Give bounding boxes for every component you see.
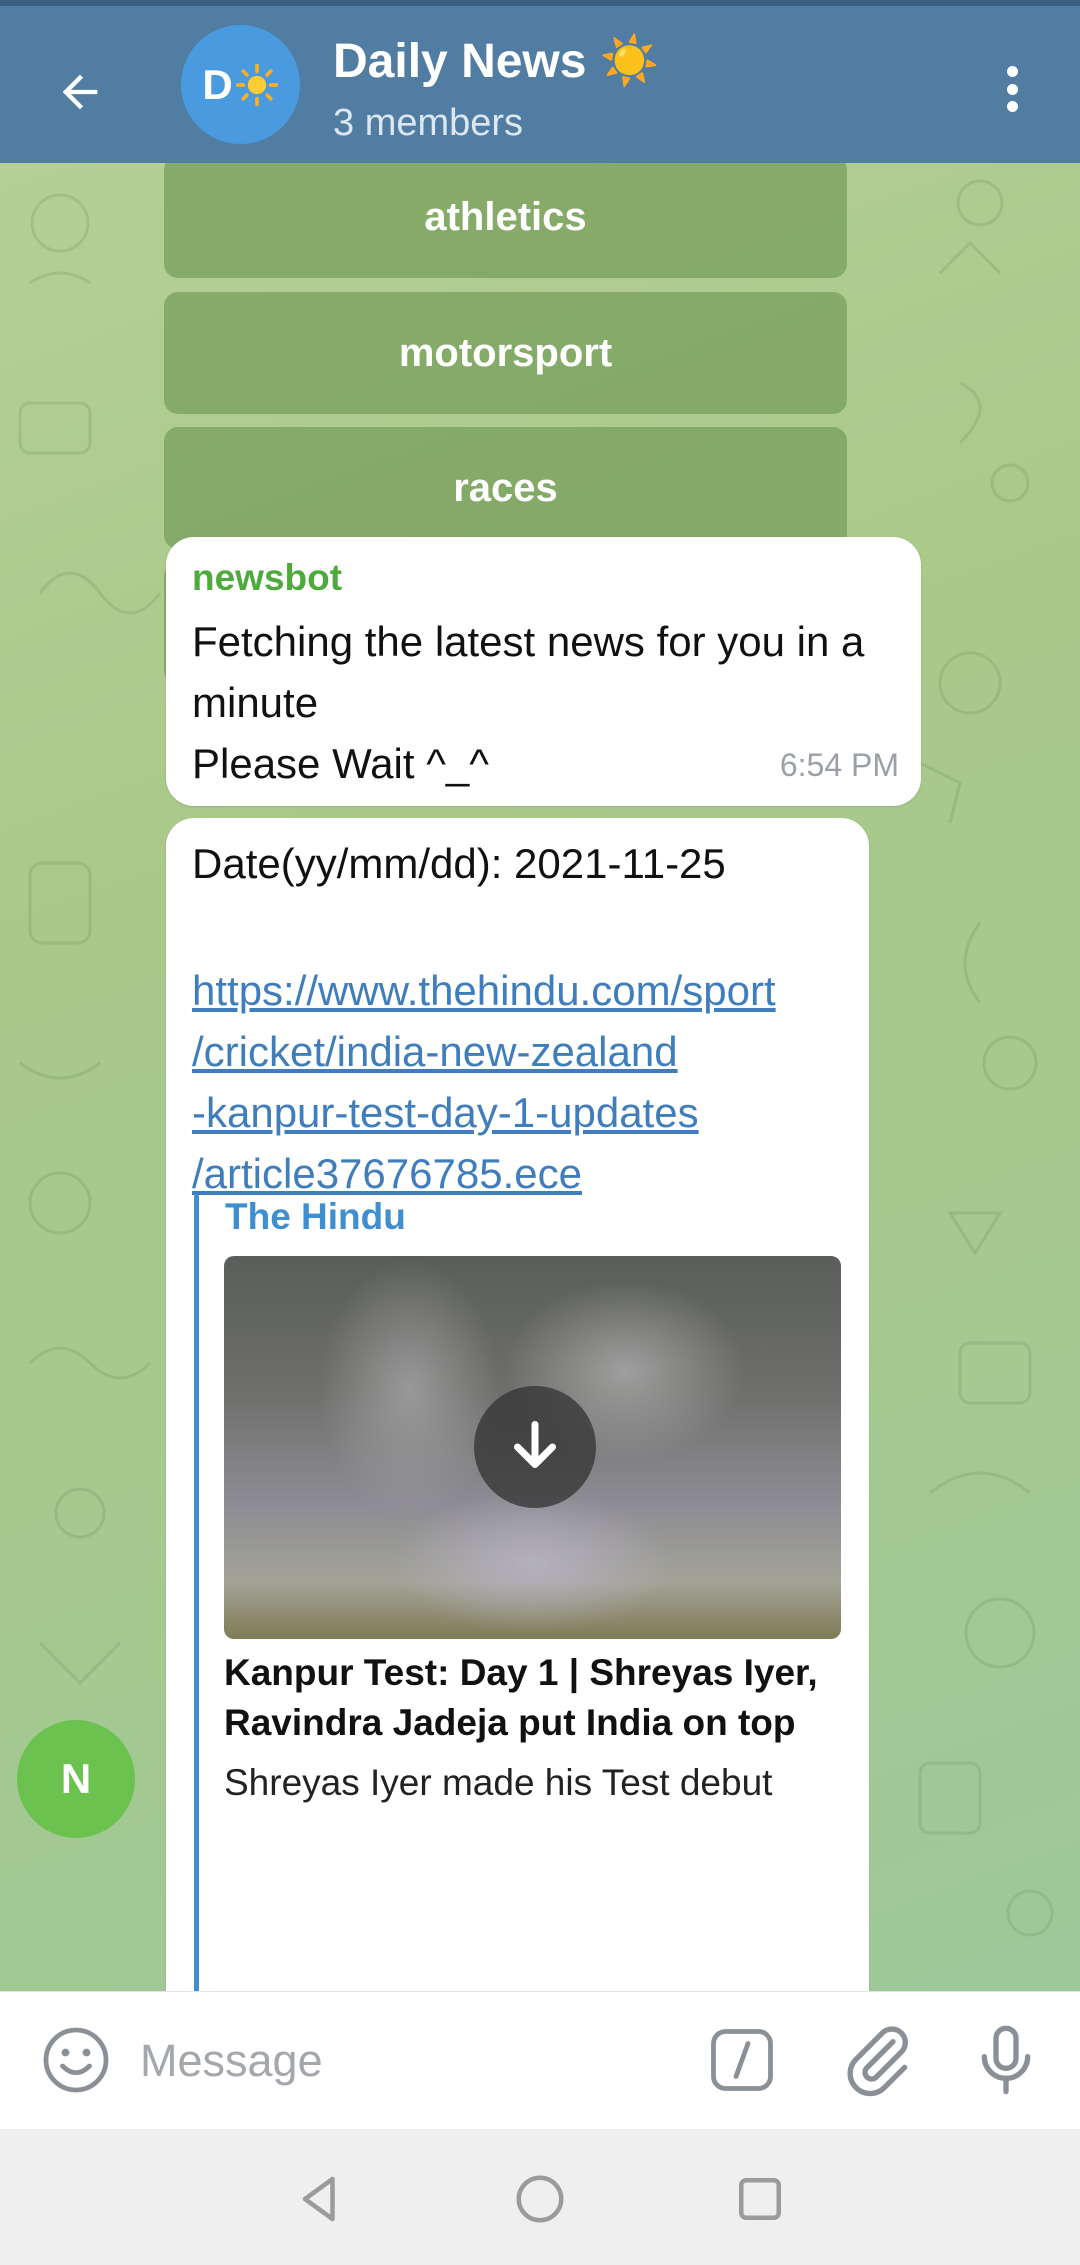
smile-icon[interactable]: [40, 2024, 112, 2096]
message-input-bar: [0, 1991, 1080, 2129]
arrow-left-icon: [62, 74, 98, 110]
user-avatar[interactable]: N: [17, 1720, 135, 1838]
preview-site-name: The Hindu: [225, 1196, 406, 1237]
chat-title[interactable]: Daily News ☀️: [333, 32, 660, 89]
back-button[interactable]: [40, 52, 120, 132]
message-line: minute: [192, 679, 319, 726]
link-line[interactable]: -kanpur-test-day-1-updates: [192, 1082, 852, 1143]
preview-description: Shreyas Iyer made his Test debut: [224, 1762, 773, 1803]
keyboard-button-motorsport[interactable]: motorsport: [164, 292, 847, 414]
chat-header: D Daily News ☀️ 3 members: [0, 0, 1080, 163]
member-count: 3 members: [333, 102, 524, 144]
sun-icon: [235, 63, 278, 106]
nav-recents-icon[interactable]: [730, 2169, 790, 2229]
message-time: 6:54 PM: [779, 747, 899, 783]
article-link[interactable]: https://www.thehindu.com/sport /cricket/…: [192, 960, 852, 1204]
chat-avatar[interactable]: D: [181, 25, 300, 144]
keyboard-button-athletics[interactable]: athletics: [164, 163, 847, 278]
system-nav-bar: [0, 2129, 1080, 2265]
message-input[interactable]: [140, 2022, 680, 2100]
date-line: Date(yy/mm/dd): 2021-11-25: [192, 840, 726, 887]
link-preview-accent-bar: [194, 1194, 199, 2054]
preview-title-line: Ravindra Jadeja put India on top: [224, 1702, 796, 1743]
message-bubble-link[interactable]: Date(yy/mm/dd): 2021-11-25 https://www.t…: [166, 818, 869, 2058]
preview-title-line: Kanpur Test: Day 1 | Shreyas Iyer,: [224, 1652, 818, 1693]
paperclip-icon[interactable]: [838, 2020, 918, 2100]
message-line: Fetching the latest news for you in a: [192, 618, 865, 665]
chat-avatar-letter: D: [202, 60, 233, 108]
preview-image[interactable]: [224, 1256, 841, 1639]
link-line[interactable]: /article37676785.ece: [192, 1143, 852, 1204]
download-button[interactable]: [474, 1386, 596, 1508]
nav-home-icon[interactable]: [510, 2169, 570, 2229]
microphone-icon[interactable]: [966, 2020, 1046, 2100]
keyboard-button-races[interactable]: races: [164, 427, 847, 549]
nav-back-icon[interactable]: [290, 2169, 350, 2229]
sender-name[interactable]: newsbot: [192, 557, 342, 599]
message-bubble[interactable]: newsbot Fetching the latest news for you…: [166, 537, 921, 806]
bot-command-icon[interactable]: [706, 2024, 778, 2096]
more-menu-button[interactable]: [990, 56, 1034, 122]
link-line[interactable]: https://www.thehindu.com/sport: [192, 960, 852, 1021]
more-vertical-icon: [1006, 66, 1018, 77]
arrow-down-icon: [514, 1421, 556, 1468]
preview-title: Kanpur Test: Day 1 | Shreyas Iyer, Ravin…: [224, 1648, 844, 1748]
link-line[interactable]: /cricket/india-new-zealand: [192, 1021, 852, 1082]
